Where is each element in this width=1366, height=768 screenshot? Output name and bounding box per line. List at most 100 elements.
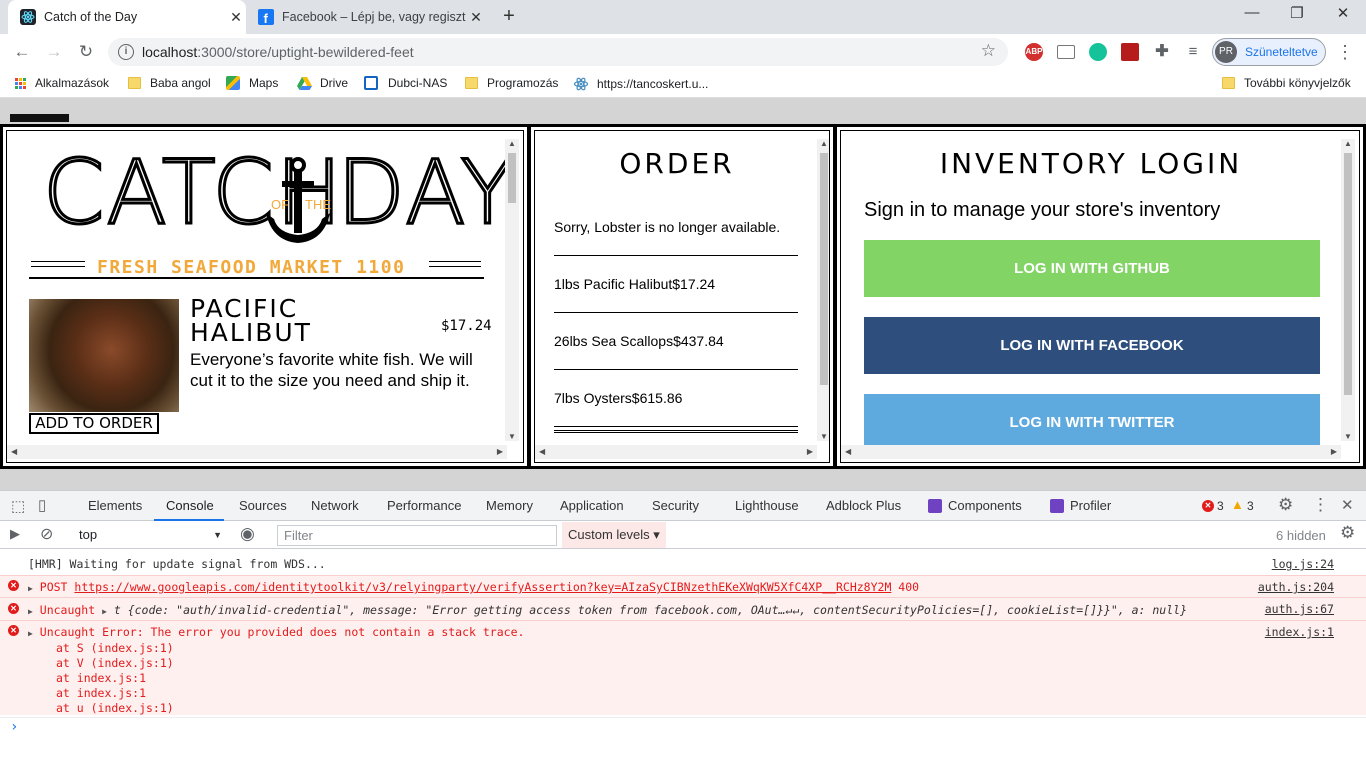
devtools-tab-performance[interactable]: Performance <box>387 498 461 513</box>
console-source-link[interactable]: auth.js:67 <box>1264 602 1334 617</box>
inventory-hscrollbar[interactable]: ◀ ▶ <box>841 445 1341 459</box>
console-prompt[interactable]: › <box>0 717 1366 737</box>
minimize-button[interactable]: — <box>1232 4 1272 26</box>
devtools-tab-application[interactable]: Application <box>560 498 624 513</box>
stack-frame[interactable]: at index.js:1 <box>56 686 1366 701</box>
add-to-order-button[interactable]: ADD TO ORDER <box>29 413 159 434</box>
device-toolbar-icon[interactable]: ▯ <box>38 496 46 514</box>
console-url-link[interactable]: https://www.googleapis.com/identitytoolk… <box>74 580 891 594</box>
scroll-left-icon[interactable]: ◀ <box>539 447 545 456</box>
expand-triangle-icon[interactable]: ▶ <box>28 584 33 593</box>
bookmark-maps[interactable]: Maps <box>226 76 278 90</box>
window-close-button[interactable]: ✕ <box>1323 4 1363 26</box>
devtools-tab-network[interactable]: Network <box>311 498 359 513</box>
devtools-tab-security[interactable]: Security <box>652 498 699 513</box>
menu-hscrollbar[interactable]: ◀ ▶ <box>7 445 507 459</box>
devtools-tab-memory[interactable]: Memory <box>486 498 533 513</box>
expand-triangle-icon[interactable]: ▶ <box>28 629 33 638</box>
extensions-puzzle-icon[interactable]: ✚ <box>1153 43 1171 61</box>
twitter-login-button[interactable]: LOG IN WITH TWITTER <box>864 394 1320 451</box>
scroll-left-icon[interactable]: ◀ <box>845 447 851 456</box>
devtools-tab-console[interactable]: Console <box>166 498 214 513</box>
info-icon[interactable]: i <box>118 44 134 60</box>
clear-console-icon[interactable]: ⊘ <box>40 524 53 544</box>
scroll-thumb[interactable] <box>508 153 516 203</box>
media-control-icon[interactable]: ≡ <box>1184 43 1202 61</box>
inspect-element-icon[interactable]: ⬚ <box>11 497 25 515</box>
devtools-tab-sources[interactable]: Sources <box>239 498 287 513</box>
console-error: ✕ ▶ Uncaught ▶ t {code: "auth/invalid-cr… <box>0 597 1366 620</box>
bookmark-tancoskert[interactable]: https://tancoskert.u... <box>573 76 708 92</box>
menu-panel: CATCH OF THE DAY FRESH SEAFOOD MARKET 11… <box>0 124 530 469</box>
facebook-login-button[interactable]: LOG IN WITH FACEBOOK <box>864 317 1320 374</box>
scroll-down-icon[interactable]: ▼ <box>1344 432 1352 441</box>
context-select[interactable]: top ▼ <box>72 525 222 545</box>
devtools-tab-elements[interactable]: Elements <box>88 498 142 513</box>
console-filter-input[interactable]: Filter <box>277 525 557 546</box>
sidebar-toggle-icon[interactable]: ▶ <box>10 526 20 542</box>
reload-icon[interactable]: ↻ <box>74 40 98 64</box>
console-source-link[interactable]: auth.js:204 <box>1258 580 1334 595</box>
bookmark-programozas[interactable]: Programozás <box>465 76 558 90</box>
url-text[interactable]: localhost:3000/store/uptight-bewildered-… <box>142 44 414 60</box>
order-hscrollbar[interactable]: ◀ ▶ <box>535 445 817 459</box>
restore-button[interactable]: ❐ <box>1277 4 1317 26</box>
gmail-checker-icon[interactable] <box>1057 45 1075 59</box>
menu-scrollbar[interactable]: ▲ ▼ <box>505 139 519 441</box>
devtools-tab-profiler[interactable]: Profiler <box>1070 498 1111 513</box>
new-tab-button[interactable]: + <box>498 5 520 27</box>
github-login-button[interactable]: LOG IN WITH GITHUB <box>864 240 1320 297</box>
devtools-tab-adblock-plus[interactable]: Adblock Plus <box>826 498 901 513</box>
forward-arrow-icon[interactable]: → <box>42 40 66 64</box>
tab-facebook[interactable]: f Facebook – Lépj be, vagy regiszt ✕ <box>250 0 486 34</box>
log-levels-dropdown[interactable]: Custom levels ▾ <box>562 522 666 548</box>
warning-count[interactable]: 3 <box>1247 499 1254 513</box>
scroll-left-icon[interactable]: ◀ <box>11 447 17 456</box>
console-settings-gear-icon[interactable]: ⚙ <box>1340 523 1355 543</box>
inventory-scrollbar[interactable]: ▲ ▼ <box>1341 139 1355 441</box>
kebab-menu-icon[interactable]: ⋮ <box>1336 42 1354 63</box>
adblock-plus-icon[interactable]: ABP <box>1025 43 1043 61</box>
bookmark-apps[interactable]: Alkalmazások <box>15 76 109 90</box>
scroll-up-icon[interactable]: ▲ <box>508 139 516 148</box>
bookmark-star-icon[interactable]: ☆ <box>981 41 996 61</box>
settings-gear-icon[interactable]: ⚙ <box>1278 495 1293 515</box>
devtools-tab-lighthouse[interactable]: Lighthouse <box>735 498 799 513</box>
scroll-thumb[interactable] <box>1344 153 1352 395</box>
profile-button[interactable]: PR Szüneteltetve <box>1212 38 1326 66</box>
devtools-close-icon[interactable]: ✕ <box>1341 496 1354 514</box>
console-source-link[interactable]: index.js:1 <box>1265 625 1334 640</box>
order-scrollbar[interactable]: ▲ ▼ <box>817 139 829 441</box>
bookmark-other[interactable]: További könyvjelzők <box>1222 76 1351 90</box>
address-bar[interactable]: i localhost:3000/store/uptight-bewildere… <box>108 38 1008 66</box>
error-count[interactable]: 3 <box>1217 499 1224 513</box>
bookmark-drive[interactable]: Drive <box>297 76 348 90</box>
scroll-thumb[interactable] <box>820 153 828 385</box>
back-arrow-icon[interactable]: ← <box>10 40 34 64</box>
scroll-right-icon[interactable]: ▶ <box>807 447 813 456</box>
bookmark-baba-angol[interactable]: Baba angol <box>128 76 211 90</box>
stack-frame[interactable]: at V (index.js:1) <box>56 656 1366 671</box>
devtools-menu-icon[interactable]: ⋮ <box>1312 495 1329 515</box>
stack-frame[interactable]: at u (index.js:1) <box>56 701 1366 716</box>
close-tab-icon[interactable]: ✕ <box>226 9 246 26</box>
scroll-right-icon[interactable]: ▶ <box>497 447 503 456</box>
stack-frame[interactable]: at index.js:1 <box>56 671 1366 686</box>
scroll-down-icon[interactable]: ▼ <box>820 432 828 441</box>
devtools-tab-components[interactable]: Components <box>948 498 1022 513</box>
grammarly-icon[interactable] <box>1089 43 1107 61</box>
scroll-down-icon[interactable]: ▼ <box>508 432 516 441</box>
scroll-right-icon[interactable]: ▶ <box>1331 447 1337 456</box>
stack-frame[interactable]: at S (index.js:1) <box>56 641 1366 656</box>
bookmark-dubci-nas[interactable]: Dubci-NAS <box>364 76 447 90</box>
scroll-up-icon[interactable]: ▲ <box>820 139 828 148</box>
console-source-link[interactable]: log.js:24 <box>1272 557 1334 572</box>
fish-name: PACIFIC HALIBUT <box>190 294 312 347</box>
tab-catch-of-the-day[interactable]: Catch of the Day ✕ <box>8 0 246 34</box>
close-tab-icon[interactable]: ✕ <box>466 9 486 26</box>
live-expression-eye-icon[interactable]: ◉ <box>240 524 255 544</box>
expand-object-icon[interactable]: ▶ <box>102 607 107 616</box>
scroll-up-icon[interactable]: ▲ <box>1344 139 1352 148</box>
expand-triangle-icon[interactable]: ▶ <box>28 607 33 616</box>
pdf-icon[interactable] <box>1121 43 1139 61</box>
